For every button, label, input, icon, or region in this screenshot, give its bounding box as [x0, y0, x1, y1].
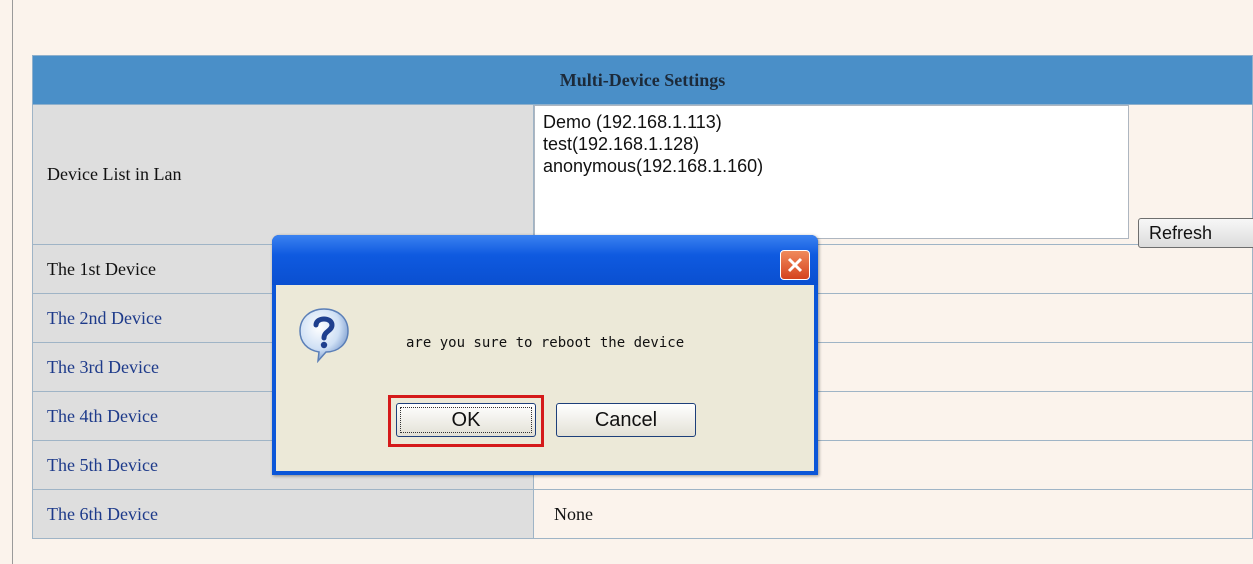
device-6-label[interactable]: The 6th Device	[32, 489, 534, 539]
table-header: Multi-Device Settings	[32, 55, 1253, 105]
device-list-label: Device List in Lan	[32, 104, 534, 245]
list-item[interactable]: test(192.168.1.128)	[543, 133, 1120, 155]
left-divider	[12, 0, 13, 564]
table-row: The 6th Device None	[32, 489, 1253, 539]
confirm-dialog: are you sure to reboot the device OK Can…	[272, 235, 818, 475]
dialog-message: are you sure to reboot the device	[406, 335, 685, 351]
page: Multi-Device Settings Device List in Lan…	[0, 0, 1253, 564]
device-6-value: None	[533, 489, 1253, 539]
ok-button[interactable]: OK	[396, 403, 536, 437]
list-item[interactable]: anonymous(192.168.1.160)	[543, 155, 1120, 177]
question-icon	[298, 307, 350, 364]
device-list-cell: Demo (192.168.1.113) test(192.168.1.128)…	[533, 104, 1253, 248]
dialog-titlebar[interactable]	[272, 235, 818, 285]
list-item[interactable]: Demo (192.168.1.113)	[543, 111, 1120, 133]
close-icon[interactable]	[780, 250, 810, 280]
device-list-row: Device List in Lan Demo (192.168.1.113) …	[32, 104, 1253, 248]
device-listbox[interactable]: Demo (192.168.1.113) test(192.168.1.128)…	[534, 105, 1129, 239]
cancel-button[interactable]: Cancel	[556, 403, 696, 437]
dialog-body: are you sure to reboot the device OK Can…	[276, 285, 814, 471]
refresh-button[interactable]: Refresh	[1138, 218, 1253, 248]
